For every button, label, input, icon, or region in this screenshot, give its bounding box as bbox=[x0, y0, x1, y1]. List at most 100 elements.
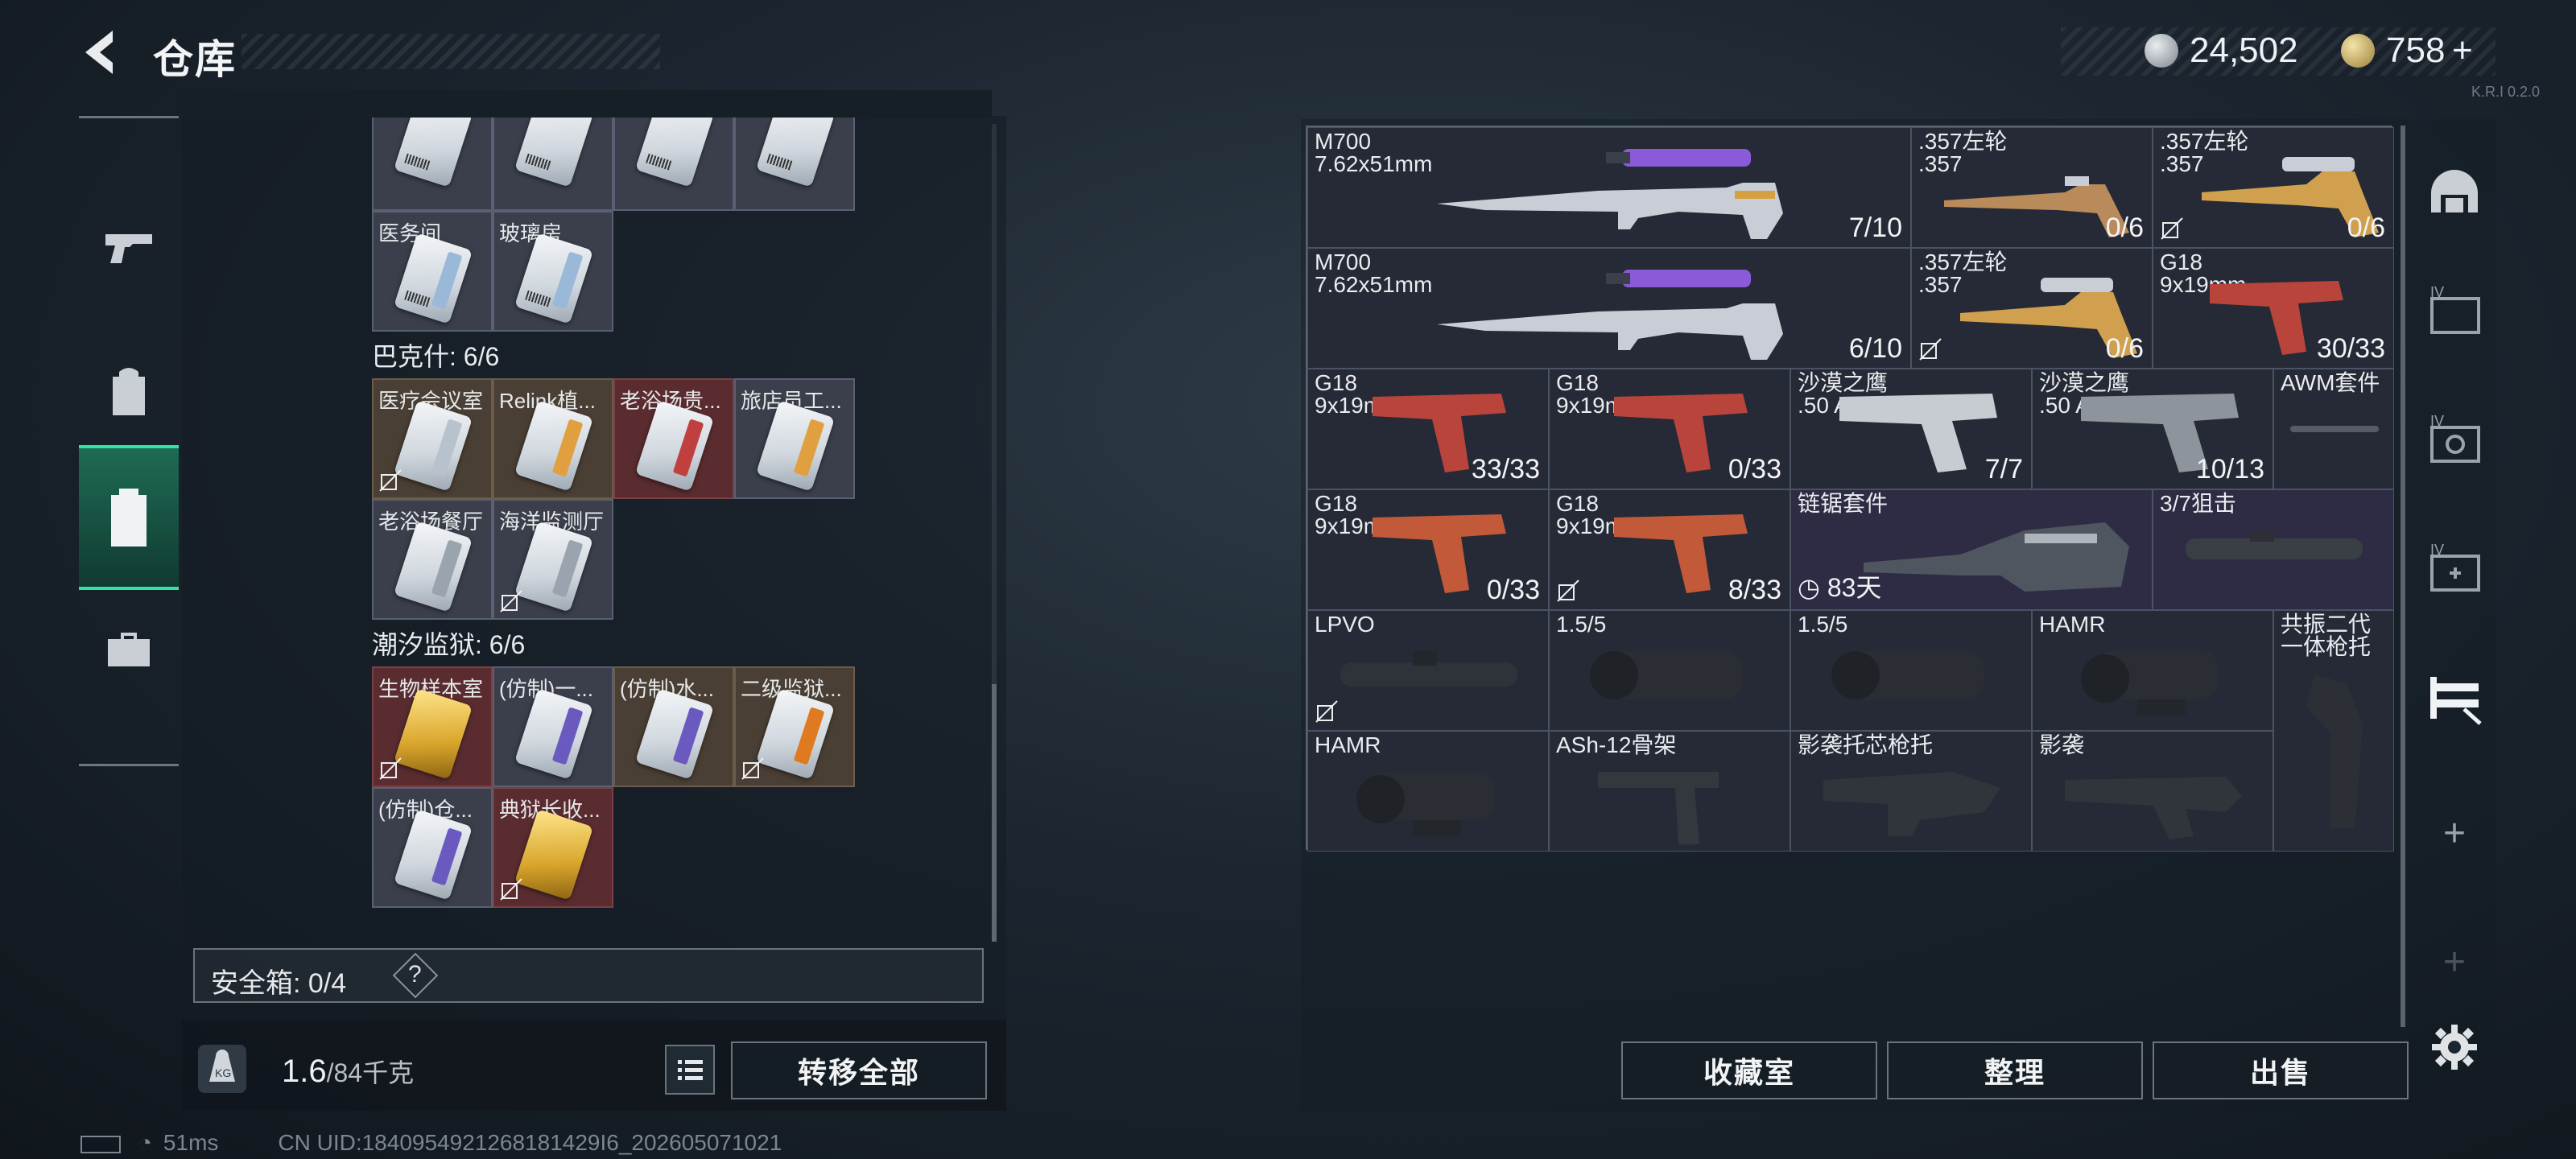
stock-frame-icon bbox=[1598, 772, 1719, 844]
stash-item[interactable]: 影袭 bbox=[2032, 731, 2273, 852]
no-sell-icon bbox=[500, 878, 522, 901]
keycard-item[interactable]: 海洋监测厅 bbox=[493, 499, 613, 620]
no-sell-icon bbox=[379, 757, 402, 780]
stash-item[interactable]: 3/7狙击 bbox=[2153, 489, 2394, 610]
stash-item[interactable]: G18 9x19mm 33/33 bbox=[1307, 369, 1549, 489]
no-sell-icon bbox=[500, 590, 522, 612]
keycard-item[interactable]: 旅店员工... bbox=[734, 378, 855, 499]
weight-value: 1.6 bbox=[282, 1054, 327, 1089]
stash-item[interactable]: M700 7.62x51mm 7/10 bbox=[1307, 127, 1911, 248]
category-tools-tab[interactable] bbox=[79, 601, 179, 698]
safebox-bar[interactable]: 安全箱: 0/4 ? bbox=[193, 948, 984, 1003]
storage-crate-icon: IV bbox=[2430, 284, 2480, 334]
keycard-item[interactable]: 老浴场餐厅 bbox=[372, 499, 493, 620]
keycard-item[interactable]: 生物样本室 bbox=[372, 666, 493, 787]
stash-item[interactable]: LPVO bbox=[1307, 610, 1549, 731]
stash-item[interactable]: 1.5/5 bbox=[1549, 610, 1790, 731]
safebox-label: 安全箱: 0/4 bbox=[211, 968, 347, 999]
keycard-item[interactable]: (仿制)一... bbox=[493, 666, 613, 787]
category-gear-tab[interactable] bbox=[79, 320, 179, 464]
stash-item[interactable]: M700 7.62x51mm 6/10 bbox=[1307, 248, 1911, 369]
stash-item[interactable]: G18 9x19mm 0/33 bbox=[1549, 369, 1790, 489]
medical-crate-icon: IV bbox=[2430, 542, 2480, 592]
keycard-item[interactable]: (仿制)仓... bbox=[372, 787, 493, 908]
storage-camera-icon: IV bbox=[2430, 413, 2480, 463]
stash-item[interactable]: 链锯套件 ◷ 83天 bbox=[1790, 489, 2153, 610]
section-title-bakeshi: 巴克什: 6/6 bbox=[372, 342, 500, 371]
transfer-all-button[interactable]: 转移全部 bbox=[731, 1041, 987, 1099]
stash-item[interactable]: 1.5/5 bbox=[1790, 610, 2032, 731]
stash-grid: M700 7.62x51mm 7/10 .357左轮 .357 0/6 .357左轮… bbox=[1306, 126, 2394, 852]
lpvo-scope-icon bbox=[1340, 651, 1517, 687]
tab-storage-2[interactable]: IV bbox=[2410, 394, 2499, 483]
item-name: G18 bbox=[1556, 491, 1599, 516]
topup-plus-button[interactable]: + bbox=[2452, 31, 2473, 71]
item-caliber: 7.62x51mm bbox=[1315, 272, 1433, 297]
back-arrow-icon[interactable] bbox=[74, 24, 130, 80]
magnifier-scope-icon bbox=[1590, 651, 1743, 699]
stock-icon bbox=[2306, 675, 2363, 828]
stash-item[interactable]: G18 9x19mm 0/33 bbox=[1307, 489, 1549, 610]
stash-item[interactable]: 沙漠之鹰 .50 AE 10/13 bbox=[2032, 369, 2273, 489]
item-caliber: 7.62x51mm bbox=[1315, 151, 1433, 176]
keycard-item[interactable]: Relink植... bbox=[493, 378, 613, 499]
item-name: G18 bbox=[2160, 250, 2202, 274]
collection-room-button[interactable]: 收藏室 bbox=[1621, 1041, 1877, 1099]
tab-stash-home[interactable] bbox=[2410, 145, 2499, 233]
stash-item[interactable]: HAMR bbox=[2032, 610, 2273, 731]
stash-item[interactable]: HAMR bbox=[1307, 731, 1549, 852]
stash-item[interactable]: .357左轮 .357 0/6 bbox=[1911, 127, 2153, 248]
keycard-item[interactable]: 二级监狱... bbox=[734, 666, 855, 787]
item-name: 共振二代 bbox=[2281, 612, 2372, 637]
no-sell-icon bbox=[741, 757, 764, 780]
svg-text:IV: IV bbox=[2430, 284, 2444, 300]
timer-value: 83天 bbox=[1827, 573, 1882, 602]
keycard-item[interactable]: 医务间 bbox=[372, 211, 493, 332]
battery-icon bbox=[80, 1135, 121, 1153]
magnifier-scope-icon bbox=[1831, 651, 1984, 699]
item-name: 1.5/5 bbox=[1798, 612, 1848, 637]
stash-item[interactable]: 影袭托芯枪托 bbox=[1790, 731, 2032, 852]
sort-button[interactable]: 整理 bbox=[1887, 1041, 2143, 1099]
help-mark: ? bbox=[408, 961, 422, 988]
stash-item[interactable]: G18 9x19mm 8/33 bbox=[1549, 489, 1790, 610]
stash-item[interactable]: .357左轮 .357 0/6 bbox=[1911, 248, 2153, 369]
item-count: 33/33 bbox=[1471, 454, 1540, 485]
sell-button[interactable]: 出售 bbox=[2153, 1041, 2409, 1099]
settings-button[interactable] bbox=[2410, 1003, 2499, 1091]
page-title: 仓库 bbox=[153, 36, 237, 83]
stash-scrollbar[interactable] bbox=[2401, 126, 2405, 1027]
keycard-item[interactable]: 老浴场贵... bbox=[613, 378, 734, 499]
backpack-icon bbox=[113, 368, 145, 415]
keycard-item[interactable]: 玻璃房 bbox=[493, 211, 613, 332]
item-count: 0/33 bbox=[1728, 454, 1781, 485]
wifi-icon: ◔ bbox=[138, 1130, 152, 1155]
item-name: HAMR bbox=[1315, 732, 1381, 757]
stash-item[interactable]: 沙漠之鹰 .50 AE 7/7 bbox=[1790, 369, 2032, 489]
keycard-item[interactable]: 典狱长收... bbox=[493, 787, 613, 908]
category-cases-tab[interactable] bbox=[79, 445, 179, 590]
tab-storage-1[interactable]: IV bbox=[2410, 266, 2499, 354]
stash-item[interactable]: ASh-12骨架 bbox=[1549, 731, 1790, 852]
add-storage-button[interactable]: + bbox=[2410, 789, 2499, 877]
category-weapons-tab[interactable] bbox=[79, 175, 179, 320]
item-name: 1.5/5 bbox=[1556, 612, 1607, 637]
sniper-rifle-icon bbox=[1437, 270, 1783, 360]
stash-item[interactable]: .357左轮 .357 0/6 bbox=[2153, 127, 2394, 248]
keycard-item[interactable]: (仿制)水... bbox=[613, 666, 734, 787]
no-sell-icon bbox=[1315, 700, 1338, 723]
item-count: 7/10 bbox=[1848, 212, 1902, 243]
list-view-button[interactable] bbox=[665, 1045, 715, 1095]
chainsaw-kit-icon bbox=[1864, 522, 2129, 592]
tab-weapon-storage[interactable] bbox=[2410, 652, 2499, 740]
item-name: 影袭 bbox=[2039, 732, 2085, 757]
left-scrollbar-thumb[interactable] bbox=[992, 684, 997, 942]
item-timer: ◷ 83天 bbox=[1798, 567, 1881, 604]
stash-item[interactable]: G18 9x19mm 30/33 bbox=[2153, 248, 2394, 369]
keycard-item[interactable]: 医疗会议室 bbox=[372, 378, 493, 499]
premium-coin-icon bbox=[2341, 34, 2375, 68]
stash-item[interactable]: 共振二代 一体枪托 bbox=[2273, 610, 2394, 852]
stash-item[interactable]: AWM套件 bbox=[2273, 369, 2394, 489]
tab-storage-3[interactable]: IV bbox=[2410, 523, 2499, 612]
coin-balance: 24,502 bbox=[2190, 31, 2298, 70]
